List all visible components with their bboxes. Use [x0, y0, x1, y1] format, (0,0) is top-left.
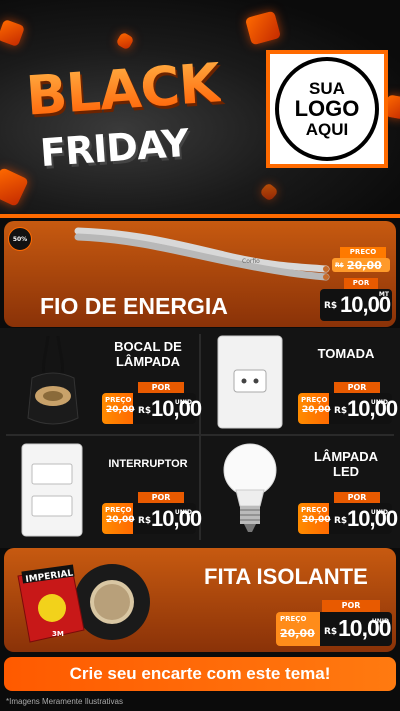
featured-product-band: 50% Corfio FIO DE ENERGIA PRECO R$ 20,00…	[4, 221, 396, 327]
price-box: R$ 10,00 UNID	[320, 612, 392, 646]
por-label: POR	[334, 382, 380, 393]
product-title-fita: FITA ISOLANTE	[204, 564, 368, 589]
old-price: 20,00	[302, 515, 331, 525]
unit: MT	[378, 291, 389, 298]
currency: R$	[324, 627, 338, 637]
por-label: POR	[138, 382, 184, 393]
logo-placeholder[interactable]: SUA LOGO AQUI	[266, 50, 388, 168]
price-tag-fita: POR PREÇO 20,00 R$ 10,00 UNID	[276, 600, 392, 648]
por-label: POR	[138, 492, 184, 503]
currency: R$	[334, 406, 348, 416]
por-label: POR	[334, 492, 380, 503]
decor-cube	[244, 10, 282, 46]
title-line1: BOCAL DE	[114, 339, 182, 354]
unit: UNID	[370, 509, 388, 516]
unit: UNID	[370, 399, 388, 406]
logo-line2: LOGO	[294, 96, 360, 122]
price-tag-tomada: POR PREÇO 20,00 R$ 10,00 UNID	[298, 382, 398, 426]
lamp-socket-image	[27, 335, 79, 425]
preco-label: PRECO	[340, 247, 386, 258]
preco-label: PREÇO	[105, 396, 132, 404]
decor-cube	[0, 167, 29, 207]
logo-line1: SUA	[309, 78, 345, 98]
logo-line3: AQUI	[305, 119, 349, 139]
old-price-box: R$ 20,00	[332, 258, 390, 272]
decor-cube	[0, 18, 26, 48]
outlet-image	[217, 335, 283, 429]
old-price: 20,00	[302, 405, 331, 415]
old-price: 20,00	[106, 405, 135, 415]
old-currency: R$	[335, 262, 344, 269]
logo-circle: SUA LOGO AQUI	[275, 57, 379, 161]
cta-banner[interactable]: Crie seu encarte com este tema!	[4, 657, 396, 691]
price-body: PREÇO 20,00 R$ 10,00 UNID	[298, 393, 398, 424]
energy-cable-image: Corfio	[74, 227, 330, 281]
price-body: PREÇO 20,00 R$ 10,00 UNID	[298, 503, 398, 534]
tape-maker: 3M	[52, 630, 64, 638]
price-tag-lampada: POR PREÇO 20,00 R$ 10,00 UNID	[298, 492, 398, 536]
product-title-lampada: LÂMPADA LED	[306, 449, 386, 480]
orange-divider	[0, 214, 400, 218]
price-body: PREÇO 20,00 R$ 10,00 UNID	[102, 503, 202, 534]
badge-50: 50%	[8, 227, 32, 251]
old-price: 20,00	[106, 515, 135, 525]
price-tag-interruptor: POR PREÇO 20,00 R$ 10,00 UNID	[102, 492, 202, 536]
title-line1: LÂMPADA	[313, 449, 379, 464]
product-title-bocal: BOCAL DE LÂMPADA	[108, 339, 188, 370]
currency: R$	[138, 406, 152, 416]
price-box-featured: R$ 10,00 MT	[320, 289, 392, 321]
headline-black: BLACK	[24, 51, 222, 128]
old-price: 20,00	[347, 259, 382, 272]
footnote: *Imagens Meramente Ilustrativas	[6, 697, 123, 706]
product-title-interruptor: INTERRUPTOR	[108, 458, 188, 470]
unit: UNID	[174, 509, 192, 516]
por-label: POR	[322, 600, 380, 612]
currency: R$	[138, 516, 152, 526]
old-price: 20,00	[280, 627, 315, 640]
insulating-tape-image: IMPERIAL 3M	[17, 564, 150, 643]
decor-cube	[259, 182, 279, 202]
price-tag-bocal: POR PREÇO 20,00 R$ 10,00 UNID	[102, 382, 202, 426]
headline-friday: FRIDAY	[38, 120, 190, 176]
por-label: POR	[344, 278, 378, 289]
old-price-box: PREÇO 20,00	[276, 612, 320, 646]
cable-print: Corfio	[242, 258, 260, 265]
led-bulb-image	[223, 443, 277, 532]
hero-banner: BLACK BLACK FRIDAY SUA LOGO AQUI	[0, 0, 400, 216]
products-grid: BOCAL DE LÂMPADA POR PREÇO 20,00 R$ 10,0…	[0, 328, 400, 548]
decor-cube	[115, 31, 135, 51]
unit: UNID	[371, 618, 389, 625]
product-title-tomada: TOMADA	[317, 346, 375, 361]
preco-label: PREÇO	[301, 506, 328, 514]
title-line2: LÂMPADA	[115, 353, 181, 369]
currency: R$	[324, 301, 338, 311]
currency: R$	[334, 516, 348, 526]
switch-image	[21, 443, 83, 537]
price-body: PREÇO 20,00 R$ 10,00 UNID	[102, 393, 202, 424]
preco-label: PREÇO	[280, 615, 307, 623]
product-title-fio: FIO DE ENERGIA	[40, 293, 228, 319]
unit: UNID	[174, 399, 192, 406]
preco-label: PREÇO	[301, 396, 328, 404]
title-line2: LED	[333, 463, 359, 479]
preco-label: PREÇO	[105, 506, 132, 514]
tape-product-band: IMPERIAL 3M FITA ISOLANTE POR PREÇO 20,0…	[4, 548, 396, 652]
